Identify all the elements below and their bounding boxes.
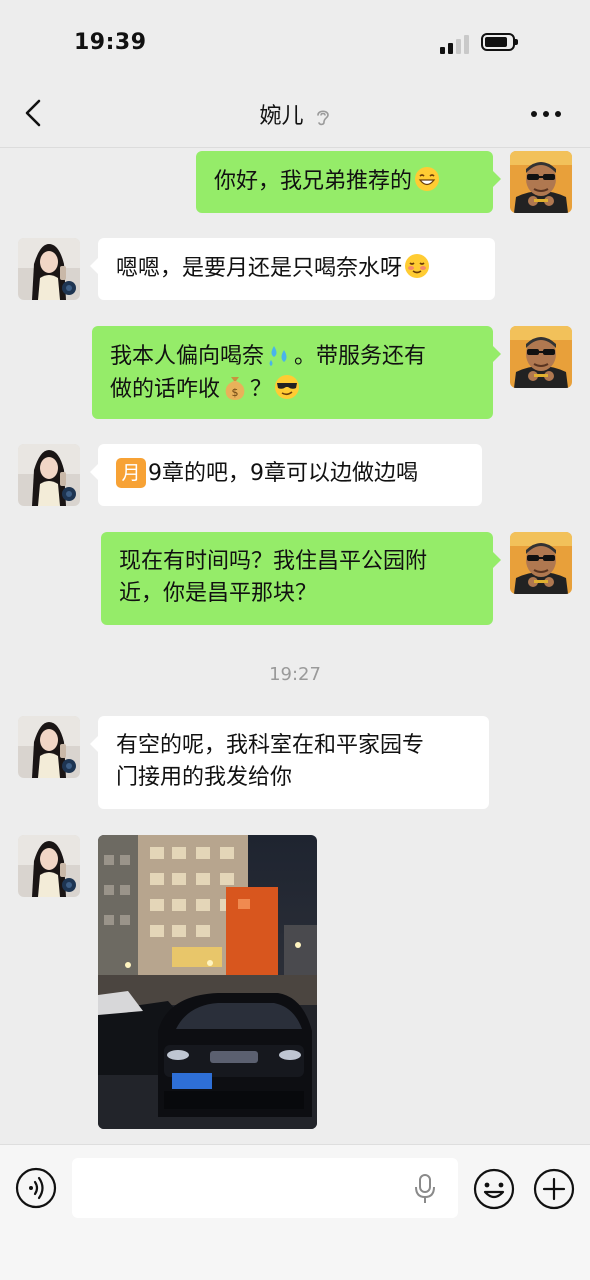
moon-badge: 月: [116, 458, 146, 488]
contact-avatar[interactable]: [18, 238, 80, 300]
more-dots-icon: [531, 111, 561, 117]
my-avatar[interactable]: [510, 151, 572, 213]
message-text: 你好，我兄弟推荐的: [214, 169, 413, 194]
mic-button[interactable]: [413, 1173, 437, 1205]
message-text-line2-tail: ？: [250, 377, 273, 402]
status-time: 19:39: [74, 30, 147, 55]
sunglasses-face-emoji-icon: [275, 375, 300, 399]
message-text-line2: 近，你是昌平那块？: [119, 581, 318, 606]
message-text-line2: 做的话咋收: [110, 377, 221, 402]
smirking-blush-emoji-icon: [405, 254, 430, 278]
message-bubble-outgoing[interactable]: 现在有时间吗？我住昌平公园附 近，你是昌平那块？: [101, 532, 501, 625]
emoji-button[interactable]: [472, 1167, 516, 1211]
ear-icon: [316, 110, 329, 126]
image-message[interactable]: [98, 835, 317, 1129]
message-bubble-outgoing[interactable]: 你好，我兄弟推荐的: [196, 151, 501, 213]
more-functions-button[interactable]: [532, 1167, 576, 1211]
message-text-line1: 有空的呢，我科室在和平家园专: [116, 733, 425, 758]
message-bubble-incoming[interactable]: 嗯嗯，是要月还是只喝奈水呀: [90, 238, 495, 300]
emoji-icon: [473, 1168, 515, 1210]
message-text-line2: 门接用的我发给你: [116, 765, 293, 790]
message-bubble-outgoing[interactable]: 我本人偏向喝奈 。带服务还有 做的话咋收 $ ？: [92, 326, 501, 419]
time-divider: 19:27: [269, 664, 321, 685]
my-avatar[interactable]: [510, 532, 572, 594]
more-options-button[interactable]: [528, 106, 564, 122]
chat-header: 婉儿: [0, 80, 590, 148]
chat-title-group[interactable]: 婉儿: [0, 98, 590, 130]
mic-icon: [415, 1174, 435, 1203]
money-bag-emoji-icon: $: [225, 377, 245, 400]
status-bar: 19:39: [0, 0, 590, 80]
battery-level: [485, 37, 507, 47]
voice-input-button[interactable]: [15, 1167, 57, 1209]
message-input[interactable]: [72, 1158, 458, 1218]
message-text-line1: 现在有时间吗？我住昌平公园附: [119, 549, 428, 574]
plus-icon: [533, 1168, 575, 1210]
chat-title: 婉儿: [259, 104, 304, 129]
message-text-line1: 我本人偏向喝奈: [110, 344, 265, 369]
message-text: 嗯嗯，是要月还是只喝奈水呀: [116, 256, 403, 281]
input-bar: [0, 1144, 590, 1280]
voice-icon: [15, 1167, 57, 1209]
photo-night-street: [98, 835, 317, 1129]
svg-text:$: $: [232, 386, 239, 399]
contact-avatar[interactable]: [18, 716, 80, 778]
signal-strength-icon: [440, 34, 472, 54]
message-text: 9章的吧，9章可以边做边喝: [148, 461, 418, 486]
contact-avatar[interactable]: [18, 444, 80, 506]
message-list[interactable]: 你好，我兄弟推荐的 嗯嗯，是要月还是只喝奈水呀 我本人偏向喝奈 。带服务还有 做的…: [0, 148, 590, 1143]
message-bubble-incoming[interactable]: 有空的呢，我科室在和平家园专 门接用的我发给你: [90, 716, 489, 809]
sweat-droplets-emoji-icon: [269, 346, 287, 366]
contact-avatar[interactable]: [18, 835, 80, 897]
message-bubble-incoming[interactable]: 月 9章的吧，9章可以边做边喝: [90, 444, 482, 506]
battery-icon: [481, 33, 518, 51]
my-avatar[interactable]: [510, 326, 572, 388]
message-text-line1-tail: 。带服务还有: [294, 344, 427, 369]
grinning-face-emoji-icon: [415, 167, 440, 191]
